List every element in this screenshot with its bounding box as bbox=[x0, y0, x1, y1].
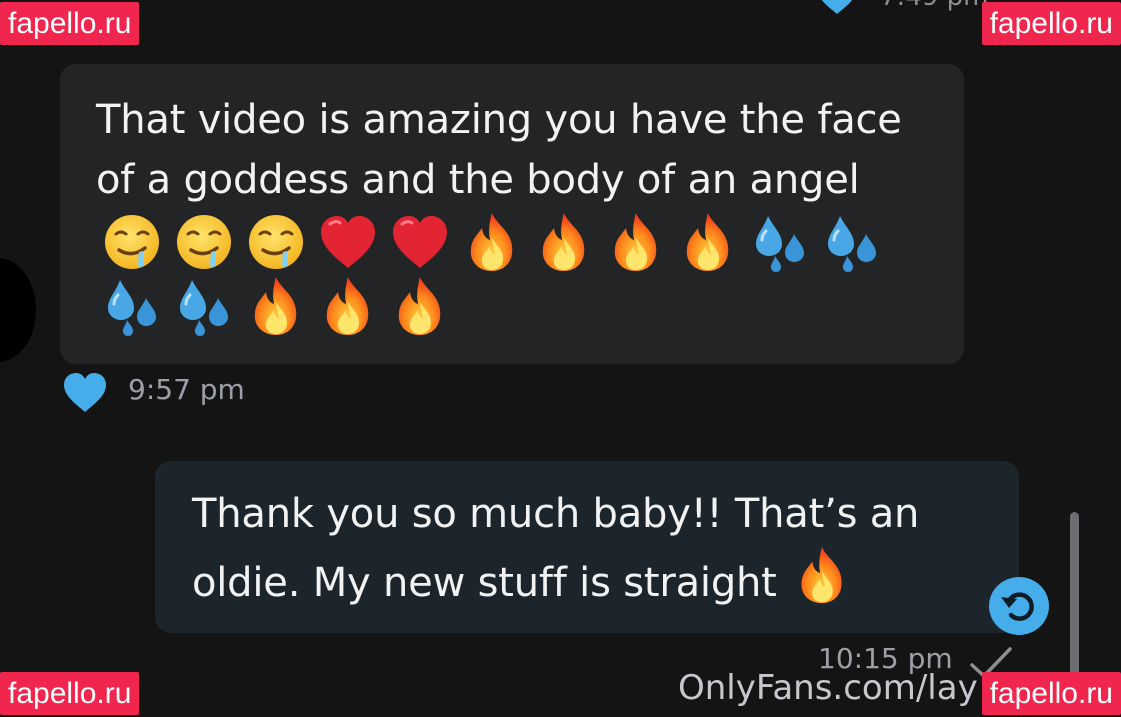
message-line-text: oldie. My new stuff is straight bbox=[192, 560, 777, 606]
heart-icon[interactable] bbox=[815, 0, 859, 16]
emoji-row bbox=[96, 274, 936, 338]
fire-icon bbox=[456, 210, 528, 274]
fire-icon bbox=[528, 210, 600, 274]
emoji-row bbox=[96, 210, 936, 274]
incoming-message-time: 9:57 pm bbox=[128, 373, 245, 406]
incoming-message-text: That video is amazing you have the face … bbox=[96, 90, 936, 338]
fire-icon bbox=[672, 210, 744, 274]
fire-icon bbox=[240, 274, 312, 338]
red-heart-icon bbox=[384, 210, 456, 274]
watermark-bottom-left: fapello.ru bbox=[0, 672, 140, 715]
sweat-droplets-icon bbox=[744, 210, 816, 274]
outgoing-message-text: Thank you so much baby!! That’s an oldie… bbox=[192, 484, 992, 613]
avatar[interactable] bbox=[0, 258, 36, 362]
creator-url: OnlyFans.com/lay bbox=[678, 668, 978, 708]
undo-button[interactable] bbox=[989, 577, 1049, 635]
outgoing-message-bubble[interactable]: Thank you so much baby!! That’s an oldie… bbox=[155, 461, 1019, 633]
message-line: That video is amazing you have the face bbox=[96, 97, 902, 143]
sweat-droplets-icon bbox=[96, 274, 168, 338]
scrollbar[interactable] bbox=[1070, 512, 1079, 688]
drooling-face-icon bbox=[240, 210, 312, 274]
drooling-face-icon bbox=[168, 210, 240, 274]
message-line: oldie. My new stuff is straight bbox=[192, 544, 992, 613]
sweat-droplets-icon bbox=[168, 274, 240, 338]
undo-icon bbox=[1001, 592, 1034, 621]
watermark-top-left: fapello.ru bbox=[0, 2, 140, 45]
previous-message-time: 7:49 pm bbox=[880, 0, 988, 12]
fire-icon bbox=[312, 274, 384, 338]
like-heart-icon[interactable] bbox=[62, 372, 108, 414]
message-line: Thank you so much baby!! That’s an bbox=[192, 491, 920, 537]
watermark-bottom-right: fapello.ru bbox=[981, 672, 1121, 715]
drooling-face-icon bbox=[96, 210, 168, 274]
watermark-top-right: fapello.ru bbox=[981, 2, 1121, 45]
message-line: of a goddess and the body of an angel bbox=[96, 157, 860, 203]
sweat-droplets-icon bbox=[816, 210, 888, 274]
fire-icon bbox=[789, 544, 855, 606]
incoming-message-bubble[interactable]: That video is amazing you have the face … bbox=[60, 64, 964, 364]
fire-icon bbox=[600, 210, 672, 274]
fire-icon bbox=[384, 274, 456, 338]
red-heart-icon bbox=[312, 210, 384, 274]
